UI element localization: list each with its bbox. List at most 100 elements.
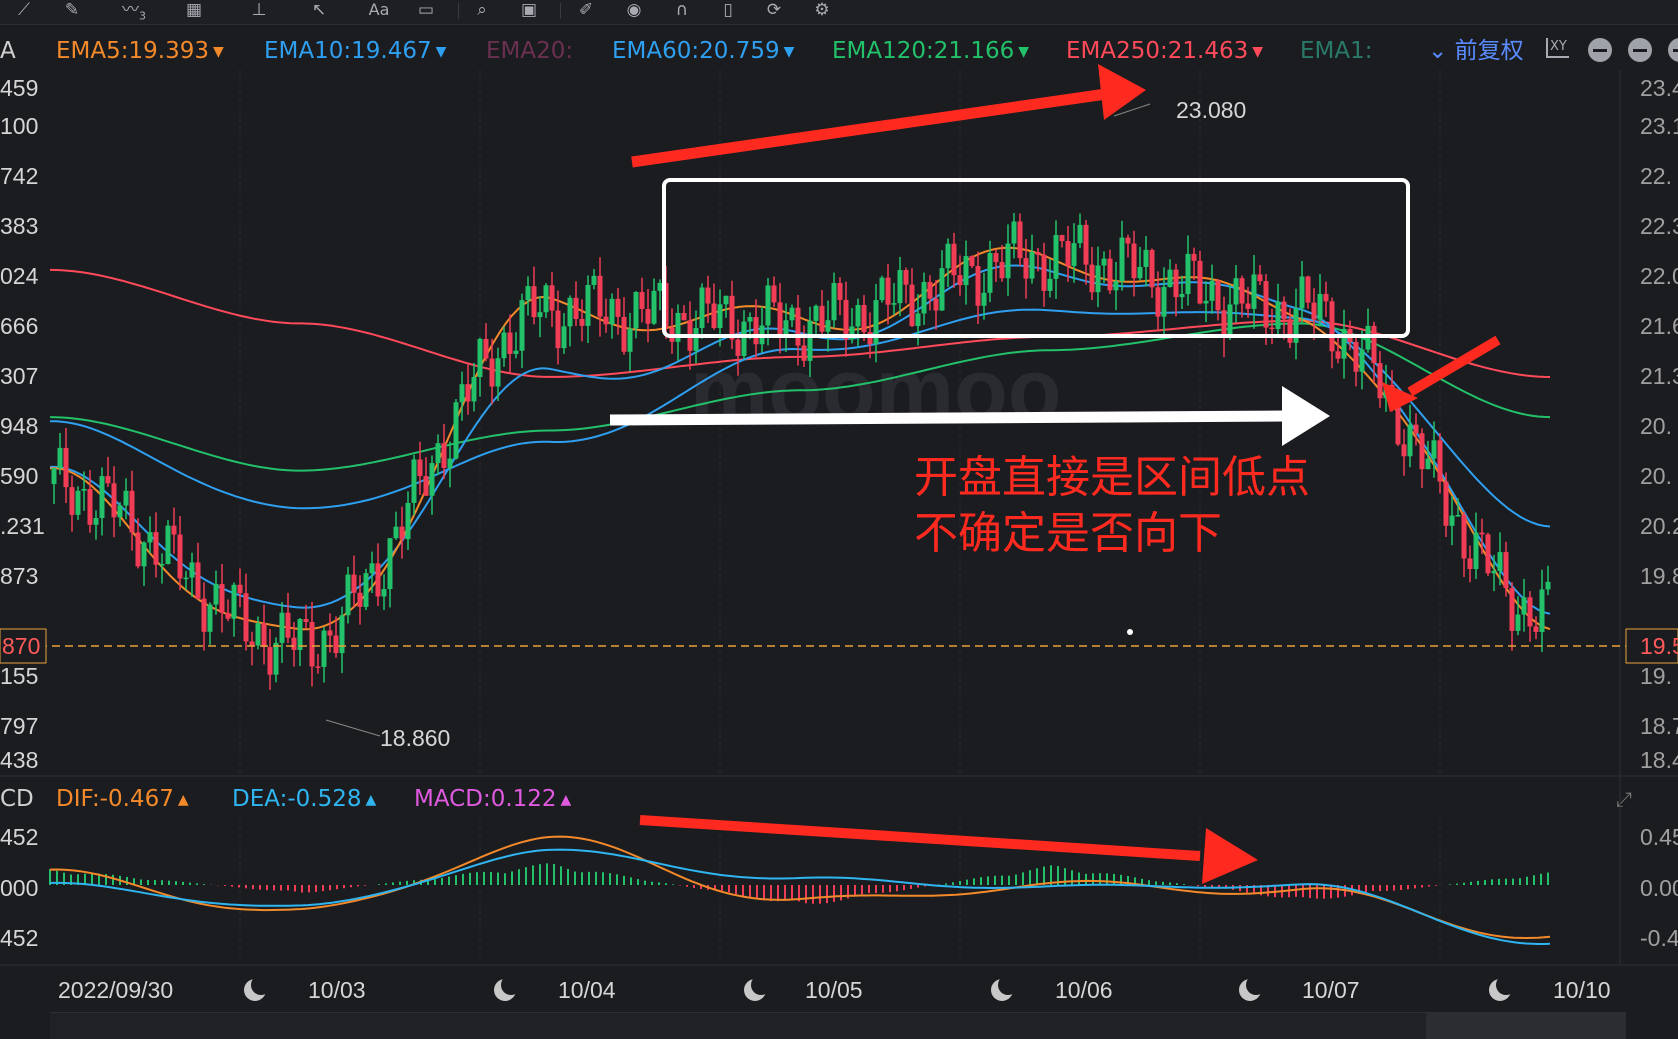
candle-body	[1509, 588, 1515, 631]
candlesticks	[51, 213, 1551, 690]
scroll-thumb[interactable]	[1426, 1013, 1626, 1039]
candle-body	[399, 526, 405, 540]
candle-body	[1353, 341, 1359, 372]
candle-body	[1095, 265, 1101, 293]
candle-body	[81, 488, 87, 491]
candle-body	[909, 284, 915, 327]
candle-body	[1539, 589, 1545, 632]
candle-body	[615, 298, 621, 317]
candle-body	[897, 270, 903, 304]
axes: 459 100 742 383 024 666 307 948 590 .231 873 155 797…	[0, 75, 1678, 1003]
candle-body	[1185, 253, 1191, 295]
candle-body	[1329, 301, 1335, 352]
candle-body	[165, 525, 171, 564]
candle-body	[1047, 278, 1053, 291]
candle-body	[795, 307, 801, 346]
price-tick-label: 18.4	[1640, 747, 1678, 773]
candle-body	[315, 666, 321, 668]
macd-panel	[49, 835, 1551, 945]
price-tick-label: 590	[0, 463, 38, 489]
candle-body	[855, 304, 861, 327]
candle-body	[621, 316, 627, 352]
date-tick-label: 10/06	[1055, 977, 1113, 1003]
kline-chart: moomoo 459100742383024666307948590.23187…	[0, 64, 1678, 1003]
candle-body	[1089, 264, 1095, 293]
candle-body	[147, 532, 153, 543]
candle-body	[1311, 302, 1317, 320]
candle-body	[447, 458, 453, 468]
candle-body	[429, 463, 435, 496]
candle-body	[1101, 258, 1107, 266]
candle-body	[681, 312, 687, 321]
candle-body	[579, 318, 585, 326]
candle-body	[471, 377, 477, 402]
trend-arrow-up-head	[1098, 64, 1146, 120]
candle-body	[321, 630, 327, 667]
candle-body	[129, 490, 135, 533]
price-tick-label: 307	[0, 363, 38, 389]
candle-body	[735, 339, 741, 356]
candle-body	[441, 443, 447, 468]
candle-body	[705, 287, 711, 304]
price-tick-label: 22.3	[1640, 213, 1678, 239]
candle-body	[75, 490, 81, 515]
candle-body	[591, 275, 597, 285]
candle-body	[1071, 243, 1077, 266]
price-tick-label: 19.	[1640, 663, 1672, 689]
candle-body	[963, 256, 969, 286]
candle-body	[291, 637, 297, 650]
cursor-dot	[1127, 629, 1133, 635]
candle-body	[465, 384, 471, 402]
candle-body	[975, 266, 981, 306]
candle-body	[501, 332, 507, 359]
candle-body	[1269, 327, 1275, 330]
date-tick-label: 10/10	[1553, 977, 1611, 1003]
candle-body	[1059, 235, 1065, 242]
candle-body	[987, 253, 993, 293]
candle-body	[1473, 532, 1479, 570]
candle-body	[1521, 597, 1527, 615]
candle-body	[957, 275, 963, 286]
candle-body	[933, 298, 939, 311]
low-leader	[325, 719, 381, 737]
date-tick-label: 10/05	[805, 977, 863, 1003]
price-tick-label: 21.3	[1640, 363, 1678, 389]
candle-body	[255, 623, 261, 646]
candle-body	[1239, 278, 1245, 304]
candle-body	[891, 303, 897, 305]
date-tick-label: 2022/09/30	[58, 977, 173, 1003]
candle-body	[1419, 433, 1425, 470]
current-price-right: 19.5	[1640, 633, 1678, 659]
candle-body	[939, 268, 945, 311]
candle-body	[1299, 276, 1305, 309]
price-tick-label: 19.8	[1640, 563, 1678, 589]
candle-body	[405, 502, 411, 540]
candle-body	[1467, 558, 1473, 570]
candle-body	[945, 243, 951, 269]
candle-body	[819, 305, 825, 332]
price-tick-label: 438	[0, 747, 38, 773]
macd-tick-label: 0.45	[1640, 824, 1678, 850]
candle-body	[1371, 325, 1377, 364]
candle-body	[969, 256, 975, 267]
candle-body	[513, 350, 519, 354]
candle-body	[1503, 552, 1509, 589]
candle-body	[273, 642, 279, 675]
candle-body	[417, 459, 423, 477]
candle-body	[951, 243, 957, 276]
timeline-scrollbar[interactable]	[50, 1012, 1626, 1039]
candle-body	[609, 298, 615, 325]
candle-body	[1413, 424, 1419, 434]
candle-body	[423, 476, 429, 496]
candle-body	[279, 612, 285, 643]
candle-body	[915, 313, 921, 327]
price-tick-label: 22.0	[1640, 263, 1678, 289]
candle-body	[153, 532, 159, 565]
candle-body	[1083, 224, 1089, 265]
candle-body	[603, 316, 609, 325]
candle-body	[507, 332, 513, 354]
candle-body	[357, 592, 363, 607]
candle-body	[63, 447, 69, 488]
date-tick-label: 10/04	[558, 977, 616, 1003]
candle-body	[453, 402, 459, 459]
